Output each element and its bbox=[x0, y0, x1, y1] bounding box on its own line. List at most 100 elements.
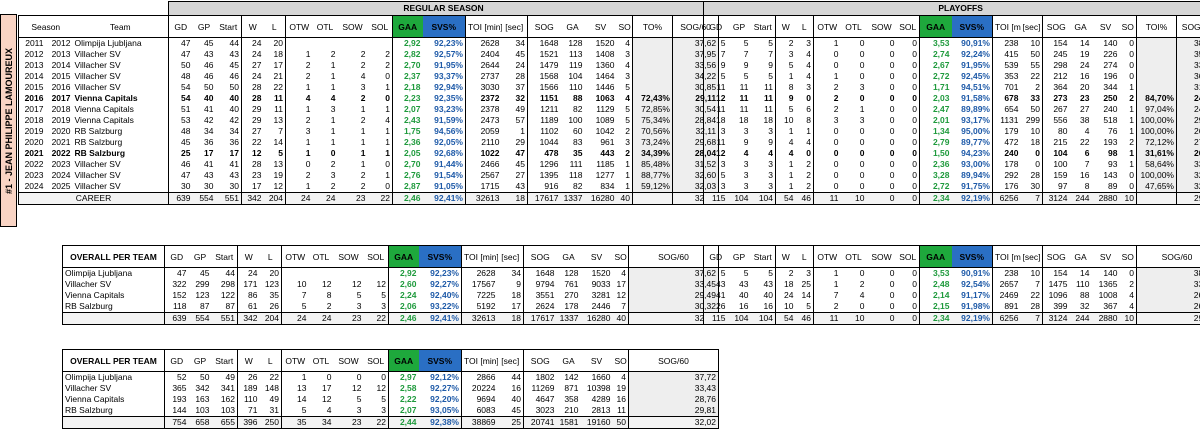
stat-cell: 2 bbox=[625, 148, 630, 158]
stat-cell: 30 bbox=[1030, 181, 1040, 191]
career-cell: 551 bbox=[215, 192, 242, 205]
season-end: 2013 bbox=[51, 49, 71, 59]
stat-cell: 18 bbox=[1030, 137, 1040, 147]
stat-cell: 148 bbox=[264, 383, 279, 393]
column-header: SO bbox=[612, 349, 629, 372]
stat-cell bbox=[1136, 82, 1177, 93]
stat-cell: 3 bbox=[625, 71, 630, 81]
stat-cell: 94,56% bbox=[422, 126, 466, 137]
stat-cell: 13 bbox=[273, 159, 283, 169]
stat-cell: 43 bbox=[204, 170, 214, 180]
stat-cell: 28 bbox=[515, 71, 525, 81]
stat-cell: 92,68% bbox=[422, 148, 466, 159]
stat-cell: 1 bbox=[1129, 126, 1134, 136]
team-name: Villacher SV bbox=[62, 279, 165, 290]
stat-cell: 193 bbox=[1103, 137, 1118, 147]
stat-cell: 2,76 bbox=[392, 170, 423, 181]
stat-cell: 123 bbox=[195, 290, 210, 300]
stat-cell: 24,14 bbox=[1175, 93, 1200, 104]
column-header: W bbox=[237, 245, 260, 268]
playoffs-header: PLAYOFFS bbox=[702, 1, 1200, 16]
stat-cell: 45 bbox=[229, 60, 239, 70]
column-header: SOG bbox=[523, 245, 557, 268]
career-cell: 7 bbox=[1020, 192, 1043, 205]
stat-cell: 92,27% bbox=[418, 383, 462, 394]
stat-cell: 11 bbox=[764, 104, 773, 114]
table-row: 5552310003,5390,91%2381015414140038,80 bbox=[703, 267, 1200, 279]
team-name: Villacher SV bbox=[74, 170, 121, 180]
stat-cell: 128 bbox=[568, 38, 583, 48]
team-name: Villacher SV bbox=[74, 49, 121, 59]
column-header: Start bbox=[750, 245, 776, 268]
season-end: 2020 bbox=[51, 126, 71, 136]
stat-cell: 0 bbox=[859, 126, 865, 136]
table-row: 11 11 11 5 6 2 1 0 0 2,47 89,89% 654 50 267 27 240 1 97,0… bbox=[703, 104, 1200, 115]
stat-cell: 91,05% bbox=[422, 181, 466, 193]
stat-cell: 1802 bbox=[523, 371, 557, 383]
stat-cell: 3 bbox=[381, 301, 386, 311]
stat-cell: 2,72 bbox=[919, 71, 952, 82]
stat-cell: 98 bbox=[1108, 148, 1118, 158]
stat-cell: 31,15 bbox=[1175, 82, 1200, 93]
career-cell: 1337 bbox=[560, 192, 585, 205]
stat-cell: 4 bbox=[859, 290, 865, 300]
column-header: OTL bbox=[308, 245, 334, 268]
stat-cell: 118 bbox=[164, 301, 189, 313]
team-name: Villacher SV bbox=[62, 383, 165, 394]
season-start: 2018 bbox=[18, 115, 46, 126]
stat-cell: 1360 bbox=[595, 60, 615, 70]
table-row: 26161610520002,1591,98%8912839932367426,… bbox=[703, 301, 1200, 313]
stat-cell: 46 bbox=[168, 159, 193, 170]
stat-cell: 0 bbox=[889, 181, 895, 191]
stat-cell: 1008 bbox=[1098, 290, 1118, 300]
stat-cell: 46 bbox=[204, 60, 214, 70]
stat-cell: 0 bbox=[912, 159, 917, 169]
stat-cell: 9033 bbox=[591, 279, 611, 289]
stat-cell: 0 bbox=[912, 49, 917, 59]
table-row: 2024 2025 Villacher SV 30 30 30 17 12 1 2 2 0 2,87 91… bbox=[18, 181, 720, 193]
stat-cell: 0 bbox=[889, 137, 895, 147]
career-cell: 0 bbox=[866, 192, 897, 205]
stat-cell: 1 bbox=[775, 159, 796, 170]
career-cell: 3124 bbox=[1042, 192, 1070, 205]
stat-cell: 119 bbox=[568, 60, 583, 70]
column-header: SO bbox=[1119, 15, 1137, 38]
stat-cell: 29,37 bbox=[1175, 115, 1200, 126]
stat-cell: 1648 bbox=[523, 267, 557, 279]
stat-cell: 6 bbox=[1084, 148, 1090, 158]
stat-cell: 1 bbox=[330, 82, 336, 92]
column-header: W bbox=[241, 15, 264, 38]
stat-cell: 90,91% bbox=[951, 37, 993, 49]
stat-cell: 11 bbox=[739, 82, 749, 92]
stat-cell: 834 bbox=[600, 181, 615, 191]
season-start: 2012 bbox=[18, 49, 46, 60]
stat-cell: 40 bbox=[739, 290, 749, 300]
table-row: 3331100001,3495,00%17910804761100,00%26,… bbox=[703, 126, 1200, 137]
total-cell: 396 bbox=[237, 416, 260, 429]
total-cell: 92,38% bbox=[418, 416, 462, 429]
column-header: SOG/60 bbox=[1136, 245, 1200, 268]
season-end: 2025 bbox=[51, 181, 71, 191]
stat-cell: 1 bbox=[1129, 115, 1134, 125]
column-header: SVS% bbox=[951, 15, 993, 38]
stat-cell: 83 bbox=[573, 137, 583, 147]
column-header: GD bbox=[703, 15, 728, 38]
stat-cell: 20 bbox=[1080, 82, 1090, 92]
stat-cell: 12 bbox=[352, 279, 362, 289]
stat-cell: 1566 bbox=[527, 82, 561, 93]
stat-cell: 5 bbox=[768, 71, 773, 81]
stat-cell: 16 bbox=[1080, 170, 1090, 180]
stat-cell: 3 bbox=[625, 49, 630, 59]
stat-cell: 10 bbox=[1030, 268, 1040, 278]
stat-cell: 2 bbox=[285, 60, 313, 71]
table-row: 41 40 40 24 14 7 4 0 0 2,14 91,17% 2469 22 1096 88 1008… bbox=[703, 290, 1200, 301]
stat-cell: 2,01 bbox=[919, 115, 952, 126]
total-cell: 204 bbox=[259, 312, 282, 325]
table-row: 7773400002,7492,24%4155024519226035,35 bbox=[703, 49, 1200, 60]
stat-cell: 11 bbox=[739, 104, 749, 114]
stat-cell: 89,89% bbox=[951, 104, 993, 115]
stat-cell: 103 bbox=[220, 405, 235, 415]
column-header: GP bbox=[188, 245, 212, 268]
career-cell: 342 bbox=[241, 192, 264, 205]
table-row: 2018 2019 Vienna Capitals 53 42 42 29 13 2 1 2 4 2,4… bbox=[18, 115, 720, 126]
